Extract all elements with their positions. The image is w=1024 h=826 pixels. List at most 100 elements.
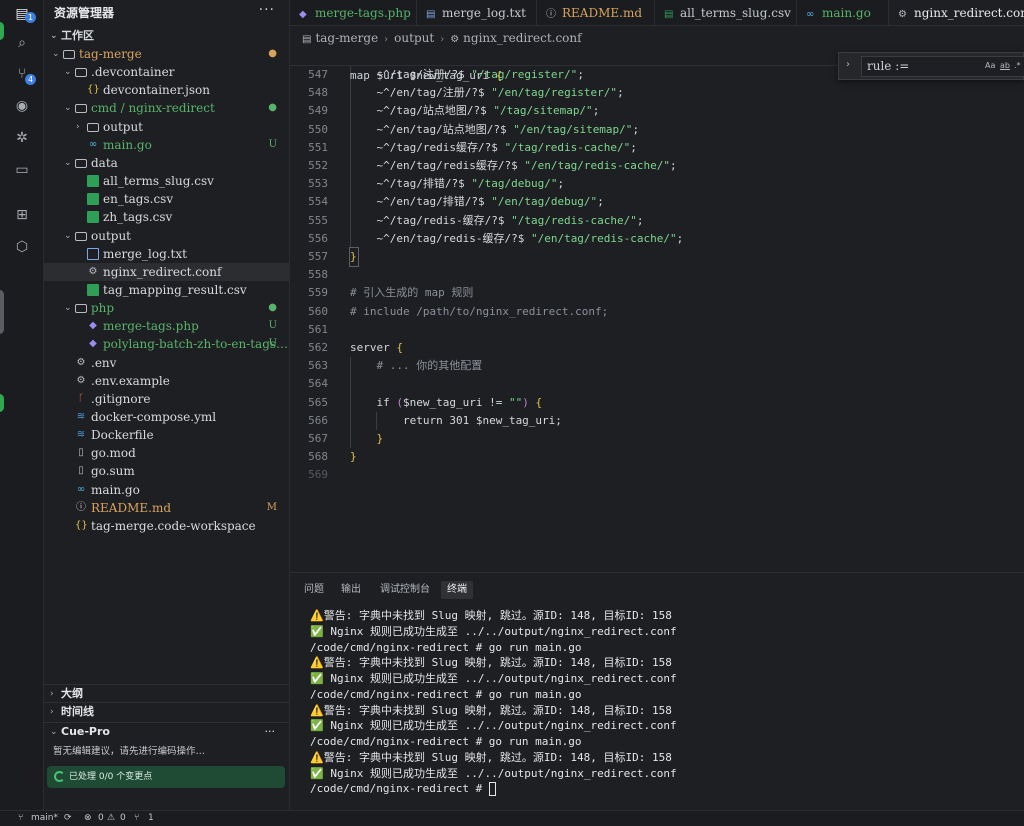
- tree-item[interactable]: tag_mapping_result.csv: [44, 281, 289, 299]
- php-icon: ◆: [299, 9, 307, 20]
- containers-icon[interactable]: ⬡: [12, 237, 32, 257]
- cue-status-bar: 已处理 0/0 个变更点: [47, 766, 285, 788]
- tree-item[interactable]: ⚙ .env.example: [44, 372, 289, 390]
- panel-tab[interactable]: 输出: [335, 581, 367, 599]
- tree-item-label: .env: [91, 355, 117, 370]
- terminal-line: /code/cmd/nginx-redirect # go run main.g…: [310, 735, 582, 748]
- tree-item[interactable]: ᚴ .gitignore: [44, 390, 289, 408]
- tree-item[interactable]: ⌄ output: [44, 227, 289, 245]
- git-status-badge: U: [268, 138, 277, 150]
- tree-item[interactable]: ◆ merge-tags.php U: [44, 317, 289, 335]
- breadcrumb-item[interactable]: nginx_redirect.conf: [463, 31, 581, 45]
- tree-item[interactable]: {} tag-merge.code-workspace: [44, 517, 289, 535]
- tree-item[interactable]: ⌄ cmd / nginx-redirect ●: [44, 99, 289, 117]
- match-word-icon[interactable]: ab: [1000, 61, 1010, 70]
- editor-tab[interactable]: ▤ merge_log.txt: [417, 0, 537, 25]
- line-number: 565: [308, 395, 328, 409]
- ports-count[interactable]: 1: [148, 811, 154, 826]
- tree-item[interactable]: ⌄ .devcontainer: [44, 63, 289, 81]
- code-editor[interactable]: 547 ~^/tag/注册/?$ "/tag/register/"; 548 ~^…: [290, 48, 1024, 570]
- editor-tab[interactable]: ▤ all_terms_slug.csv: [655, 0, 797, 25]
- code-line: 555 ~^/tag/redis-缓存/?$ "/tag/redis-cache…: [290, 212, 1024, 230]
- code-text: server {: [350, 341, 403, 354]
- line-number: 558: [308, 268, 328, 282]
- cue-pro-section[interactable]: ⌄ Cue-Pro ···: [44, 722, 289, 740]
- code-line: 549 ~^/tag/站点地图/?$ "/tag/sitemap/";: [290, 102, 1024, 120]
- tree-item[interactable]: ⌄ tag-merge ●: [44, 45, 289, 63]
- code-text: ~^/en/tag/站点地图/?$ "/en/tag/sitemap/";: [350, 122, 640, 136]
- editor-tab[interactable]: ⚙ nginx_redirect.conf: [889, 0, 1024, 25]
- editor-tab[interactable]: ∞ main.go: [797, 0, 889, 25]
- tree-item[interactable]: ▯ go.sum: [44, 462, 289, 480]
- tree-item[interactable]: all_terms_slug.csv: [44, 172, 289, 190]
- go-icon: ∞: [88, 138, 98, 150]
- extensions-icon[interactable]: ⊞: [12, 205, 32, 225]
- code-line: 562 server {: [290, 339, 1024, 357]
- breadcrumb-folder-icon: ▤: [302, 34, 312, 45]
- ports-icon: ⑂: [134, 813, 140, 823]
- match-case-icon[interactable]: Aa: [985, 61, 995, 70]
- line-number: 551: [308, 140, 328, 154]
- regex-icon[interactable]: .*: [1014, 61, 1021, 70]
- code-line: 565 if ($new_tag_uri != "") {: [290, 394, 1024, 412]
- code-line: 553 ~^/tag/排错/?$ "/tag/debug/";: [290, 175, 1024, 193]
- tree-item[interactable]: ∞ main.go: [44, 481, 289, 499]
- tree-item-label: en_tags.csv: [103, 192, 174, 207]
- branch-name[interactable]: main*: [31, 811, 58, 826]
- editor-tab[interactable]: ⓘ README.md: [537, 0, 655, 25]
- code-line: 568}: [290, 448, 1024, 466]
- tree-item[interactable]: ∞ main.go U: [44, 136, 289, 154]
- bottom-panel: 问题 输出 调试控制台 终端 ⚠️警告: 字典中未找到 Slug 映射, 跳过。源ID…: [290, 572, 1024, 810]
- outline-section[interactable]: › 大纲: [44, 684, 289, 702]
- git-status-badge: ●: [268, 48, 277, 59]
- tree-item-label: .devcontainer: [91, 65, 175, 80]
- code-text: ~^/tag/redis-缓存/?$ "/tag/redis-cache/";: [350, 213, 644, 227]
- tree-item-label: README.md: [91, 500, 172, 515]
- tree-item[interactable]: ⌄ data: [44, 154, 289, 172]
- tree-item[interactable]: en_tags.csv: [44, 190, 289, 208]
- panel-tab[interactable]: 问题: [298, 581, 330, 599]
- chevron-down-icon: ⌄: [64, 230, 72, 241]
- tree-item[interactable]: ⚙ nginx_redirect.conf: [44, 262, 289, 281]
- folder-open-icon: [75, 231, 87, 241]
- more-actions-icon[interactable]: ···: [259, 2, 275, 18]
- tree-item[interactable]: ≋ Dockerfile: [44, 426, 289, 444]
- line-number: 549: [308, 104, 328, 118]
- code-text: ~^/en/tag/排错/?$ "/en/tag/debug/";: [350, 195, 604, 209]
- search-icon[interactable]: ⌕: [12, 33, 32, 53]
- tree-item[interactable]: ◆ polylang-batch-zh-to-en-tags… U: [44, 335, 289, 353]
- editor-tab[interactable]: ◆ merge-tags.php: [290, 0, 417, 25]
- tree-item[interactable]: ▯ go.mod: [44, 444, 289, 462]
- csv-icon: [87, 283, 99, 296]
- debug-icon[interactable]: ✲: [12, 128, 32, 148]
- breadcrumb-item[interactable]: tag-merge: [315, 31, 378, 45]
- sync-icon[interactable]: ⟳: [64, 811, 72, 826]
- tree-item[interactable]: ≋ docker-compose.yml: [44, 408, 289, 426]
- chevron-right-icon[interactable]: ›: [846, 59, 850, 70]
- panel-tab[interactable]: 终端: [441, 581, 473, 599]
- code-text: }: [349, 246, 359, 268]
- chevron-down-icon: ⌄: [64, 303, 72, 314]
- tree-item[interactable]: zh_tags.csv: [44, 208, 289, 226]
- tree-item[interactable]: › output: [44, 118, 289, 136]
- tree-item-label: go.mod: [91, 446, 136, 461]
- tree-item[interactable]: ⓘ README.md M: [44, 499, 289, 517]
- cue-status-text: 已处理 0/0 个变更点: [69, 772, 153, 782]
- chevron-down-icon: ⌄: [64, 67, 72, 78]
- tree-item[interactable]: merge_log.txt: [44, 245, 289, 263]
- line-number: 563: [308, 359, 328, 373]
- tree-item[interactable]: ⚙ .env: [44, 354, 289, 372]
- warning-count[interactable]: 0: [120, 811, 126, 826]
- tree-item[interactable]: {} devcontainer.json: [44, 81, 289, 99]
- breadcrumb-item[interactable]: output: [394, 31, 434, 45]
- error-count[interactable]: 0: [98, 811, 104, 826]
- info-icon: ⓘ: [546, 9, 556, 20]
- tree-item[interactable]: ⌄ php ●: [44, 299, 289, 317]
- cue-more-icon[interactable]: ···: [265, 723, 276, 741]
- remote-explorer-icon[interactable]: ▭: [12, 160, 32, 180]
- panel-tab[interactable]: 调试控制台: [374, 581, 436, 599]
- terminal-line: /code/cmd/nginx-redirect #: [310, 781, 496, 797]
- timeline-section[interactable]: › 时间线: [44, 702, 289, 720]
- preview-icon[interactable]: ◉: [12, 96, 32, 116]
- workspace-header[interactable]: ⌄ 工作区: [44, 27, 289, 45]
